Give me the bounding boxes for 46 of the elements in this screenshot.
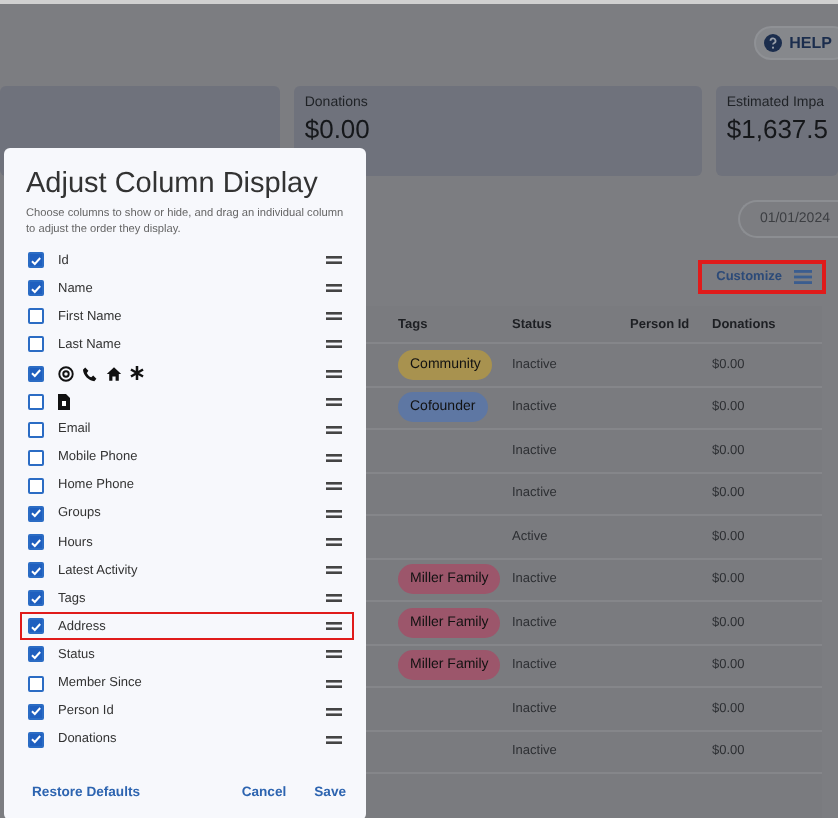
checkbox[interactable] xyxy=(28,562,44,579)
checkbox[interactable] xyxy=(28,590,44,607)
help-icon xyxy=(763,33,782,51)
checkbox[interactable] xyxy=(28,308,44,325)
checkbox[interactable] xyxy=(28,618,44,635)
list-icon xyxy=(794,270,812,284)
checkbox[interactable] xyxy=(28,477,44,494)
drag-handle-icon[interactable] xyxy=(326,509,342,518)
phone-icon xyxy=(82,365,98,382)
checkbox[interactable] xyxy=(28,252,44,269)
checkbox[interactable] xyxy=(28,421,44,438)
stat-value: $1,637.5 xyxy=(726,114,828,144)
checkbox[interactable] xyxy=(28,449,44,466)
checkbox[interactable] xyxy=(28,365,44,382)
drag-handle-icon[interactable] xyxy=(326,340,342,349)
drag-handle-icon[interactable] xyxy=(326,735,342,744)
drag-handle-icon[interactable] xyxy=(326,312,342,321)
checkbox[interactable] xyxy=(28,534,44,551)
stat-value: $0.00 xyxy=(304,114,372,144)
checkbox[interactable] xyxy=(28,393,44,410)
drag-handle-icon[interactable] xyxy=(326,453,342,462)
dialog-title: Adjust Column Display xyxy=(26,168,320,200)
drag-handle-icon[interactable] xyxy=(326,594,342,603)
drag-handle-icon[interactable] xyxy=(326,481,342,490)
drag-handle-icon[interactable] xyxy=(326,369,342,378)
checkbox[interactable] xyxy=(28,703,44,720)
drag-handle-icon[interactable] xyxy=(326,566,342,575)
drag-handle-icon[interactable] xyxy=(326,538,342,547)
checkbox[interactable] xyxy=(28,731,44,748)
checkbox[interactable] xyxy=(28,280,44,297)
drag-handle-icon[interactable] xyxy=(326,679,342,688)
drag-handle-icon[interactable] xyxy=(326,284,342,293)
drag-handle-icon[interactable] xyxy=(326,707,342,716)
document-icon xyxy=(58,393,70,410)
asterisk-icon xyxy=(130,366,144,381)
drag-handle-icon[interactable] xyxy=(326,650,342,659)
drag-handle-icon[interactable] xyxy=(326,425,342,434)
checkbox[interactable] xyxy=(28,505,44,522)
home-icon xyxy=(106,365,122,382)
checkbox[interactable] xyxy=(28,675,44,692)
drag-handle-icon[interactable] xyxy=(326,397,342,406)
drag-handle-icon[interactable] xyxy=(326,256,342,265)
help-button[interactable]: HELP xyxy=(753,25,838,59)
drag-handle-icon[interactable] xyxy=(326,622,342,631)
checkbox[interactable] xyxy=(28,336,44,353)
checkbox[interactable] xyxy=(28,646,44,663)
